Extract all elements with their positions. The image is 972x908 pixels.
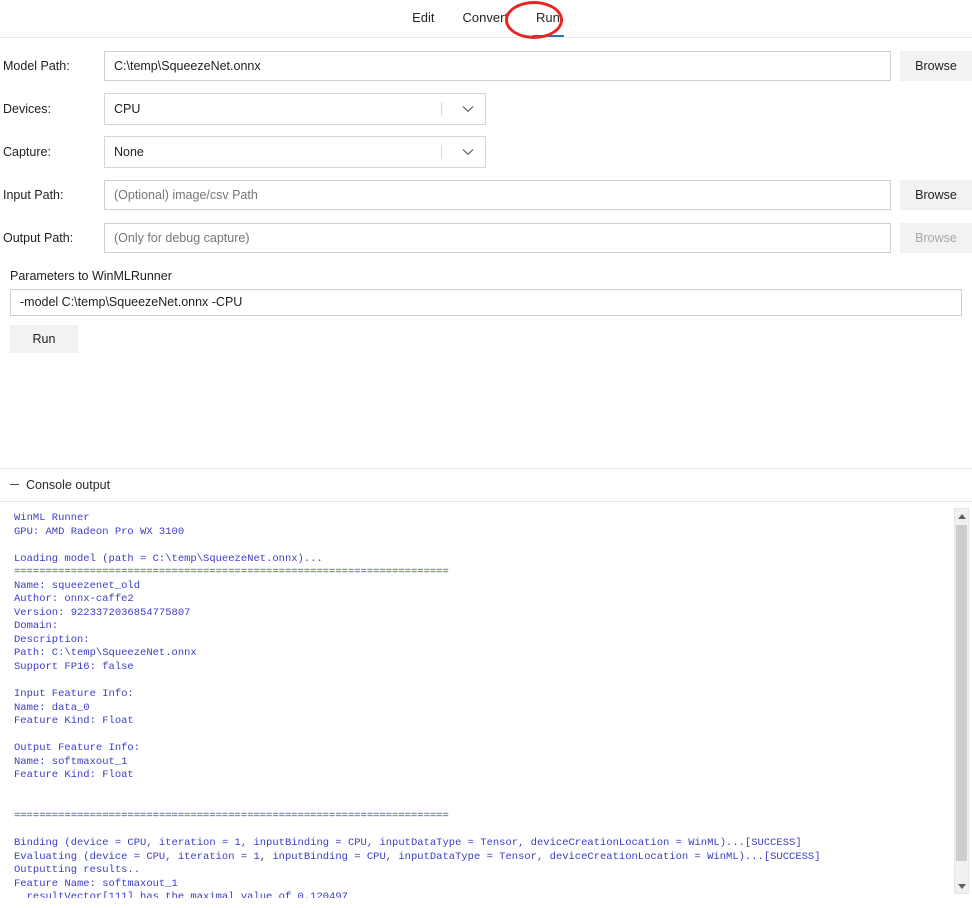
console-output-text: WinML Runner GPU: AMD Radeon Pro WX 3100…	[14, 512, 821, 898]
tab-edit[interactable]: Edit	[398, 9, 448, 27]
input-path-browse-button[interactable]: Browse	[900, 180, 972, 210]
devices-label: Devices:	[3, 102, 51, 116]
input-path-label: Input Path:	[3, 188, 64, 202]
input-path-row: Input Path: (Optional) image/csv Path Br…	[0, 180, 972, 210]
run-form: Model Path: C:\temp\SqueezeNet.onnx Brow…	[0, 51, 972, 353]
output-path-label: Output Path:	[3, 231, 74, 245]
console-output-title: Console output	[26, 478, 111, 492]
output-path-input[interactable]: (Only for debug capture)	[104, 223, 891, 253]
capture-separator	[441, 145, 442, 159]
capture-select[interactable]: None	[104, 136, 486, 168]
tab-convert[interactable]: Convert	[449, 9, 523, 27]
model-path-browse-button[interactable]: Browse	[900, 51, 972, 81]
model-path-row: Model Path: C:\temp\SqueezeNet.onnx Brow…	[0, 51, 972, 81]
console-scrollbar[interactable]	[954, 508, 969, 894]
parameters-label: Parameters to WinMLRunner	[10, 269, 172, 283]
console-output-panel[interactable]: WinML Runner GPU: AMD Radeon Pro WX 3100…	[0, 506, 972, 898]
console-divider-top	[0, 468, 972, 469]
caret-down-icon[interactable]	[955, 879, 968, 893]
tab-run[interactable]: Run	[522, 9, 574, 38]
tab-bar-divider	[0, 37, 972, 38]
tab-convert-label: Convert	[462, 10, 509, 25]
parameters-input[interactable]: -model C:\temp\SqueezeNet.onnx -CPU	[10, 289, 962, 316]
model-path-label: Model Path:	[3, 59, 70, 73]
capture-label: Capture:	[3, 145, 51, 159]
capture-selected-value: None	[114, 145, 144, 159]
output-path-browse-button: Browse	[900, 223, 972, 253]
chevron-down-icon	[455, 148, 485, 156]
input-path-input[interactable]: (Optional) image/csv Path	[104, 180, 891, 210]
tab-edit-label: Edit	[412, 10, 435, 25]
model-path-input[interactable]: C:\temp\SqueezeNet.onnx	[104, 51, 891, 81]
devices-selected-value: CPU	[114, 102, 141, 116]
tab-bar: Edit Convert Run	[0, 0, 972, 38]
devices-separator	[441, 102, 442, 116]
minus-icon	[10, 484, 19, 485]
capture-row: Capture: None	[0, 136, 972, 168]
console-divider-bottom	[0, 501, 972, 502]
tab-run-label: Run	[536, 10, 560, 25]
scrollbar-thumb[interactable]	[956, 525, 967, 861]
run-button[interactable]: Run	[10, 325, 78, 353]
devices-select[interactable]: CPU	[104, 93, 486, 125]
output-path-row: Output Path: (Only for debug capture) Br…	[0, 223, 972, 253]
console-output-header[interactable]: Console output	[10, 478, 110, 492]
chevron-down-icon	[455, 105, 485, 113]
caret-up-icon[interactable]	[955, 509, 968, 523]
devices-row: Devices: CPU	[0, 93, 972, 125]
